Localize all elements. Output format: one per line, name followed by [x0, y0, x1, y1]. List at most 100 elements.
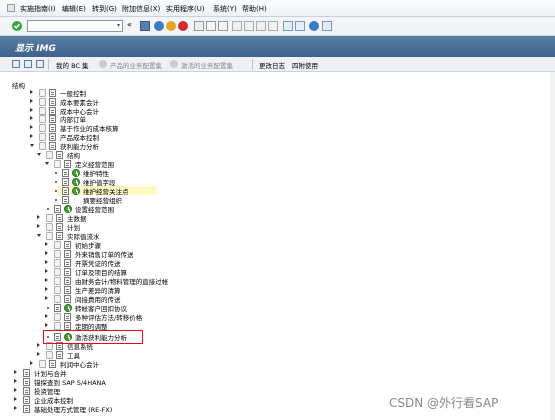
- doc-icon[interactable]: [49, 115, 56, 123]
- vertical-scrollbar[interactable]: [550, 72, 555, 420]
- doc-icon[interactable]: [62, 187, 69, 195]
- expand-arrow-icon[interactable]: [30, 361, 33, 365]
- doc-icon[interactable]: [54, 304, 61, 312]
- menu-item-help[interactable]: 帮助(H): [242, 4, 267, 14]
- expand-arrow-icon[interactable]: [37, 224, 40, 228]
- expand-arrow-icon[interactable]: [14, 388, 17, 392]
- execute-clock-icon[interactable]: [72, 187, 80, 195]
- where-used-icon[interactable]: [24, 60, 32, 68]
- enter-icon[interactable]: [12, 21, 22, 31]
- exec-icon[interactable]: [39, 133, 46, 141]
- expand-arrow-icon[interactable]: [45, 278, 48, 282]
- doc-icon[interactable]: [64, 313, 71, 321]
- expand-arrow-icon[interactable]: [14, 406, 17, 410]
- exec-icon[interactable]: [54, 277, 61, 285]
- exec-icon[interactable]: [54, 160, 61, 168]
- find-in-tree-icon[interactable]: [36, 60, 44, 68]
- product-bc-sets-button[interactable]: 产品的业务配置集: [110, 60, 162, 70]
- exec-icon[interactable]: [46, 232, 53, 240]
- menu-item-goto[interactable]: 转到(G): [92, 4, 117, 14]
- doc-icon[interactable]: [64, 322, 71, 330]
- doc-icon[interactable]: [62, 178, 69, 186]
- collapse-arrow-icon[interactable]: [37, 153, 41, 156]
- expand-arrow-icon[interactable]: [37, 343, 40, 347]
- exec-icon[interactable]: [46, 351, 53, 359]
- first-page-icon[interactable]: [232, 21, 242, 31]
- collapse-arrow-icon[interactable]: [30, 144, 34, 147]
- layout-menu-icon[interactable]: [322, 21, 332, 31]
- menu-item-utilities[interactable]: 实用程序(U): [166, 4, 205, 14]
- usage-button[interactable]: 四附使用: [292, 60, 318, 70]
- expand-arrow-icon[interactable]: [45, 314, 48, 318]
- last-page-icon[interactable]: [268, 21, 278, 31]
- doc-icon[interactable]: [64, 295, 71, 303]
- expand-arrow-icon[interactable]: [30, 99, 33, 103]
- change-log-button[interactable]: 更改日志: [259, 60, 285, 70]
- exec-icon[interactable]: [39, 360, 46, 368]
- expand-arrow-icon[interactable]: [30, 125, 33, 129]
- doc-icon[interactable]: [64, 277, 71, 285]
- exit-icon[interactable]: [166, 21, 176, 31]
- expand-arrow-icon[interactable]: [45, 251, 48, 255]
- doc-icon[interactable]: [62, 196, 69, 204]
- expand-arrow-icon[interactable]: [45, 287, 48, 291]
- doc-icon[interactable]: [49, 133, 56, 141]
- my-bc-sets-button[interactable]: 我的 BC 集: [56, 60, 89, 70]
- expand-arrow-icon[interactable]: [45, 242, 48, 246]
- next-page-icon[interactable]: [256, 21, 266, 31]
- find-next-icon[interactable]: [218, 21, 228, 31]
- doc-icon[interactable]: [23, 387, 30, 395]
- exec-icon[interactable]: [54, 322, 61, 330]
- doc-icon[interactable]: [64, 160, 71, 168]
- exec-icon[interactable]: [39, 142, 46, 150]
- exec-icon[interactable]: [46, 214, 53, 222]
- cancel-icon[interactable]: [178, 21, 188, 31]
- doc-icon[interactable]: [64, 250, 71, 258]
- exec-icon[interactable]: [46, 223, 53, 231]
- doc-icon[interactable]: [49, 107, 56, 115]
- doc-icon[interactable]: [49, 142, 56, 150]
- doc-icon[interactable]: [49, 89, 56, 97]
- doc-icon[interactable]: [49, 360, 56, 368]
- doc-icon[interactable]: [54, 205, 61, 213]
- exec-icon[interactable]: [39, 115, 46, 123]
- expand-arrow-icon[interactable]: [30, 90, 33, 94]
- expand-arrow-icon[interactable]: [45, 323, 48, 327]
- menu-item-system[interactable]: 系统(Y): [213, 4, 237, 14]
- expand-arrow-icon[interactable]: [14, 379, 17, 383]
- previous-page-icon[interactable]: [244, 21, 254, 31]
- doc-icon[interactable]: [23, 405, 30, 413]
- doc-icon[interactable]: [64, 268, 71, 276]
- collapse-arrow-icon[interactable]: [37, 234, 41, 237]
- doc-icon[interactable]: [64, 241, 71, 249]
- doc-icon[interactable]: [64, 286, 71, 294]
- expand-arrow-icon[interactable]: [37, 215, 40, 219]
- exec-icon[interactable]: [39, 98, 46, 106]
- expand-arrow-icon[interactable]: [37, 352, 40, 356]
- exec-icon[interactable]: [54, 259, 61, 267]
- execute-clock-icon[interactable]: [64, 205, 72, 213]
- expand-arrow-icon[interactable]: [45, 260, 48, 264]
- expand-arrow-icon[interactable]: [45, 269, 48, 273]
- back-icon[interactable]: [154, 21, 164, 31]
- doc-icon[interactable]: [23, 369, 30, 377]
- doc-icon[interactable]: [56, 151, 63, 159]
- menu-item-implementation-guide[interactable]: 实施指南(I): [20, 4, 56, 14]
- new-session-icon[interactable]: [283, 21, 293, 31]
- expand-arrow-icon[interactable]: [14, 370, 17, 374]
- menu-item-edit[interactable]: 编辑(E): [62, 4, 86, 14]
- exec-icon[interactable]: [46, 151, 53, 159]
- exec-icon[interactable]: [39, 124, 46, 132]
- expand-arrow-icon[interactable]: [30, 134, 33, 138]
- doc-icon[interactable]: [49, 98, 56, 106]
- doc-icon[interactable]: [64, 259, 71, 267]
- doc-icon[interactable]: [56, 351, 63, 359]
- doc-icon[interactable]: [23, 396, 30, 404]
- system-menu-icon[interactable]: [7, 4, 15, 12]
- doc-icon[interactable]: [49, 124, 56, 132]
- collapse-arrow-icon[interactable]: [45, 162, 49, 165]
- execute-clock-icon[interactable]: [64, 304, 72, 312]
- exec-icon[interactable]: [54, 268, 61, 276]
- expand-arrow-icon[interactable]: [30, 116, 33, 120]
- exec-icon[interactable]: [54, 286, 61, 294]
